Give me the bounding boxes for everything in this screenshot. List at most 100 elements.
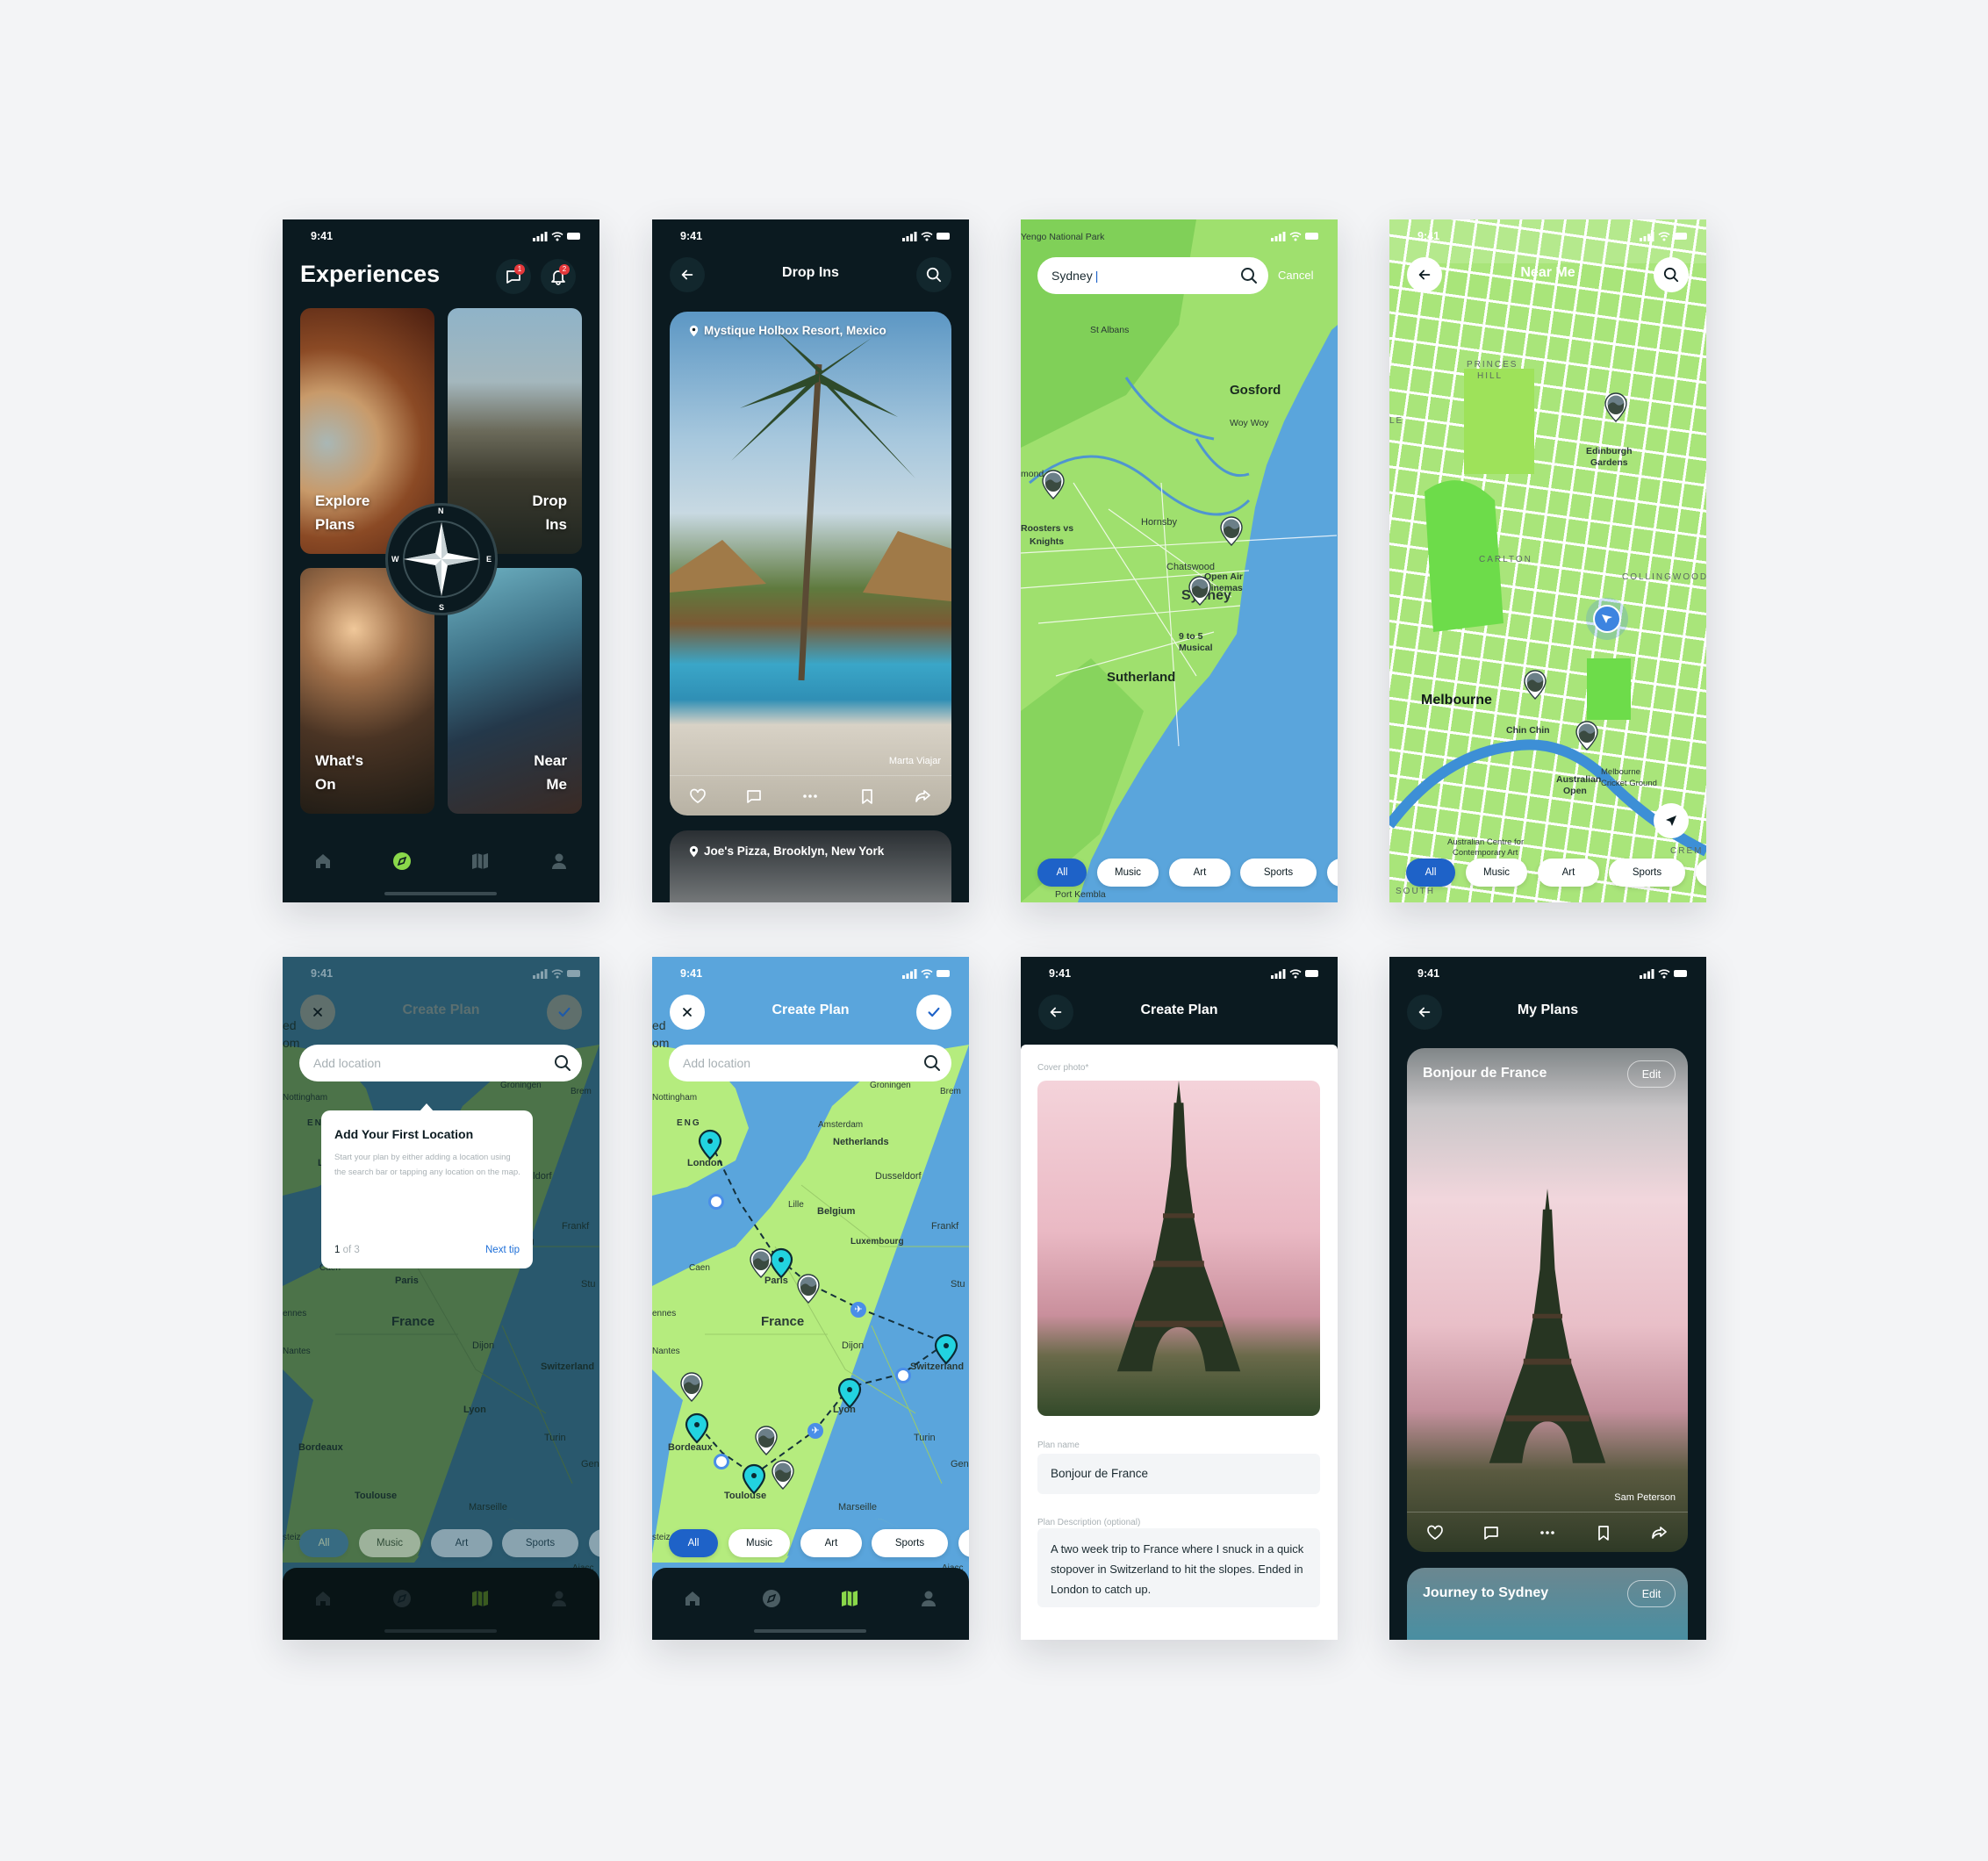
search-icon[interactable] bbox=[1240, 267, 1258, 284]
filter-sports[interactable]: Sports bbox=[872, 1529, 948, 1557]
post-card[interactable]: Mystique Holbox Resort, Mexico Marta Via… bbox=[670, 312, 951, 816]
event-pin[interactable] bbox=[1218, 515, 1245, 547]
search-button[interactable] bbox=[1654, 257, 1689, 292]
map-label: Roosters vs bbox=[1021, 523, 1074, 534]
compass-button[interactable]: N E S W bbox=[385, 503, 498, 615]
map-icon[interactable] bbox=[840, 1589, 859, 1608]
share-icon[interactable] bbox=[1651, 1524, 1669, 1541]
filter-art[interactable]: Art bbox=[1538, 859, 1599, 887]
status-time: 9:41 bbox=[1417, 967, 1440, 980]
back-button[interactable] bbox=[1407, 257, 1442, 292]
plan-name-input[interactable]: Bonjour de France bbox=[1037, 1454, 1320, 1494]
event-pin[interactable] bbox=[1040, 469, 1066, 500]
filter-all[interactable]: All bbox=[299, 1529, 348, 1557]
filter-music[interactable]: Music bbox=[1097, 859, 1159, 887]
tip-body: Start your plan by either adding a locat… bbox=[334, 1153, 520, 1177]
heart-icon[interactable] bbox=[689, 787, 707, 805]
bookmark-icon[interactable] bbox=[1595, 1524, 1612, 1541]
confirm-button[interactable] bbox=[916, 995, 951, 1030]
heart-icon[interactable] bbox=[1426, 1524, 1444, 1541]
back-button[interactable] bbox=[1407, 995, 1442, 1030]
filter-music[interactable]: Music bbox=[728, 1529, 790, 1557]
comment-icon[interactable] bbox=[1482, 1524, 1500, 1541]
photo-pin[interactable] bbox=[678, 1371, 705, 1403]
photo-pin[interactable] bbox=[770, 1459, 796, 1491]
notifications-button[interactable]: 2 bbox=[541, 259, 576, 294]
cancel-button[interactable]: Cancel bbox=[1278, 269, 1313, 282]
cover-photo[interactable] bbox=[1037, 1081, 1320, 1416]
search-icon[interactable] bbox=[923, 1054, 941, 1072]
bookmark-icon[interactable] bbox=[858, 787, 876, 805]
place-pin[interactable] bbox=[1603, 392, 1629, 423]
search-icon[interactable] bbox=[554, 1054, 571, 1072]
photo-pin[interactable] bbox=[795, 1273, 822, 1304]
share-icon[interactable] bbox=[915, 787, 932, 805]
eiffel-tower-image bbox=[1473, 1162, 1622, 1513]
tip-total: of 3 bbox=[342, 1245, 360, 1255]
home-indicator bbox=[384, 892, 497, 895]
signal-wifi-battery-icon bbox=[902, 231, 951, 241]
current-location-marker bbox=[1586, 598, 1628, 640]
filter-art[interactable]: Art bbox=[431, 1529, 492, 1557]
home-icon[interactable] bbox=[313, 851, 333, 871]
next-tip-button[interactable]: Next tip bbox=[485, 1245, 520, 1255]
home-icon[interactable] bbox=[683, 1589, 702, 1608]
back-button[interactable] bbox=[670, 257, 705, 292]
stop-pin[interactable] bbox=[933, 1333, 959, 1365]
filter-all[interactable]: All bbox=[1037, 859, 1087, 887]
location-search-input[interactable]: Add location bbox=[299, 1045, 582, 1081]
home-icon[interactable] bbox=[313, 1589, 333, 1608]
photo-pin[interactable] bbox=[748, 1247, 774, 1279]
profile-icon[interactable] bbox=[919, 1589, 938, 1608]
search-button[interactable] bbox=[916, 257, 951, 292]
map-canvas[interactable] bbox=[1021, 219, 1338, 902]
map-icon[interactable] bbox=[470, 1589, 490, 1608]
filter-sports[interactable]: Sports bbox=[1240, 859, 1317, 887]
more-icon[interactable] bbox=[1539, 1524, 1556, 1541]
compass-icon[interactable] bbox=[392, 851, 412, 871]
confirm-button[interactable] bbox=[547, 995, 582, 1030]
filter-music[interactable]: Music bbox=[1466, 859, 1527, 887]
filter-all[interactable]: All bbox=[669, 1529, 718, 1557]
recenter-button[interactable] bbox=[1654, 803, 1689, 838]
post-card[interactable]: Joe's Pizza, Brooklyn, New York bbox=[670, 830, 951, 902]
stop-pin[interactable] bbox=[697, 1129, 723, 1160]
plan-card[interactable]: Journey to Sydney Edit bbox=[1407, 1568, 1688, 1640]
event-pin[interactable] bbox=[1187, 575, 1213, 607]
plane-icon: ✈ bbox=[850, 1302, 866, 1318]
filter-sports[interactable]: Sports bbox=[502, 1529, 578, 1557]
more-icon[interactable] bbox=[801, 787, 819, 805]
profile-icon[interactable] bbox=[549, 851, 569, 871]
stop-pin[interactable] bbox=[684, 1412, 710, 1444]
photo-pin[interactable] bbox=[753, 1425, 779, 1456]
edit-plan-button[interactable]: Edit bbox=[1627, 1580, 1676, 1607]
close-button[interactable] bbox=[670, 995, 705, 1030]
signal-wifi-battery-icon bbox=[902, 968, 951, 979]
map-label: Edinburgh bbox=[1586, 446, 1633, 456]
filter-sports[interactable]: Sports bbox=[1609, 859, 1685, 887]
stop-pin[interactable] bbox=[836, 1377, 863, 1409]
filter-more[interactable] bbox=[589, 1529, 599, 1557]
close-button[interactable] bbox=[300, 995, 335, 1030]
map-icon[interactable] bbox=[470, 851, 490, 871]
location-search-input[interactable]: Add location bbox=[669, 1045, 951, 1081]
filter-all[interactable]: All bbox=[1406, 859, 1455, 887]
filter-art[interactable]: Art bbox=[1169, 859, 1231, 887]
map-label: HILL bbox=[1477, 371, 1504, 381]
plan-description-input[interactable]: A two week trip to France where I snuck … bbox=[1037, 1528, 1320, 1607]
profile-icon[interactable] bbox=[549, 1589, 569, 1608]
comment-icon[interactable] bbox=[745, 787, 763, 805]
stop-pin[interactable] bbox=[741, 1463, 767, 1495]
plan-card[interactable]: Bonjour de France Edit Sam Peterson bbox=[1407, 1048, 1688, 1552]
place-pin[interactable] bbox=[1574, 720, 1600, 751]
search-input[interactable]: Sydney | bbox=[1037, 257, 1268, 294]
back-button[interactable] bbox=[1038, 995, 1073, 1030]
search-icon bbox=[926, 267, 942, 283]
filter-art[interactable]: Art bbox=[800, 1529, 862, 1557]
edit-plan-button[interactable]: Edit bbox=[1627, 1060, 1676, 1088]
compass-icon[interactable] bbox=[392, 1589, 412, 1608]
filter-music[interactable]: Music bbox=[359, 1529, 420, 1557]
messages-button[interactable]: 1 bbox=[496, 259, 531, 294]
compass-icon[interactable] bbox=[762, 1589, 781, 1608]
place-pin[interactable] bbox=[1522, 669, 1548, 701]
